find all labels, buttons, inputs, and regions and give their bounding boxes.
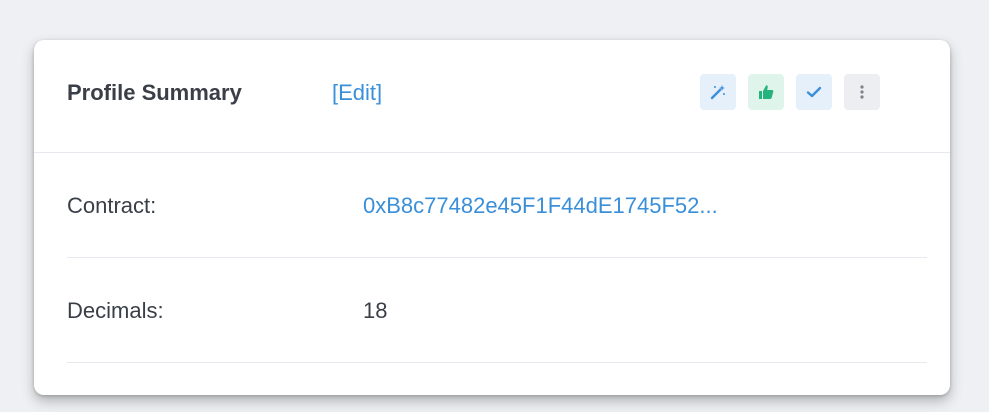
magic-wand-button[interactable]	[700, 74, 736, 110]
magic-wand-icon	[710, 85, 725, 100]
contract-row: Contract: 0xB8c77482e45F1F44dE1745F52...	[67, 153, 927, 258]
decimals-row: Decimals: 18	[67, 258, 927, 363]
decimals-value: 18	[363, 298, 388, 323]
thumbs-up-icon	[759, 85, 774, 99]
contract-label: Contract:	[67, 193, 157, 218]
more-options-button[interactable]	[844, 74, 880, 110]
edit-link[interactable]: [Edit]	[332, 80, 382, 106]
card-header: Profile Summary [Edit]	[34, 40, 950, 153]
profile-summary-card: Profile Summary [Edit] Contract: 0xB8c77…	[34, 40, 950, 395]
more-vertical-icon	[860, 85, 864, 99]
like-button[interactable]	[748, 74, 784, 110]
decimals-label: Decimals:	[67, 298, 164, 323]
verify-button[interactable]	[796, 74, 832, 110]
header-actions	[700, 74, 880, 110]
contract-address-link[interactable]: 0xB8c77482e45F1F44dE1745F52...	[363, 193, 718, 219]
check-icon	[806, 86, 822, 98]
card-title: Profile Summary	[67, 80, 242, 105]
